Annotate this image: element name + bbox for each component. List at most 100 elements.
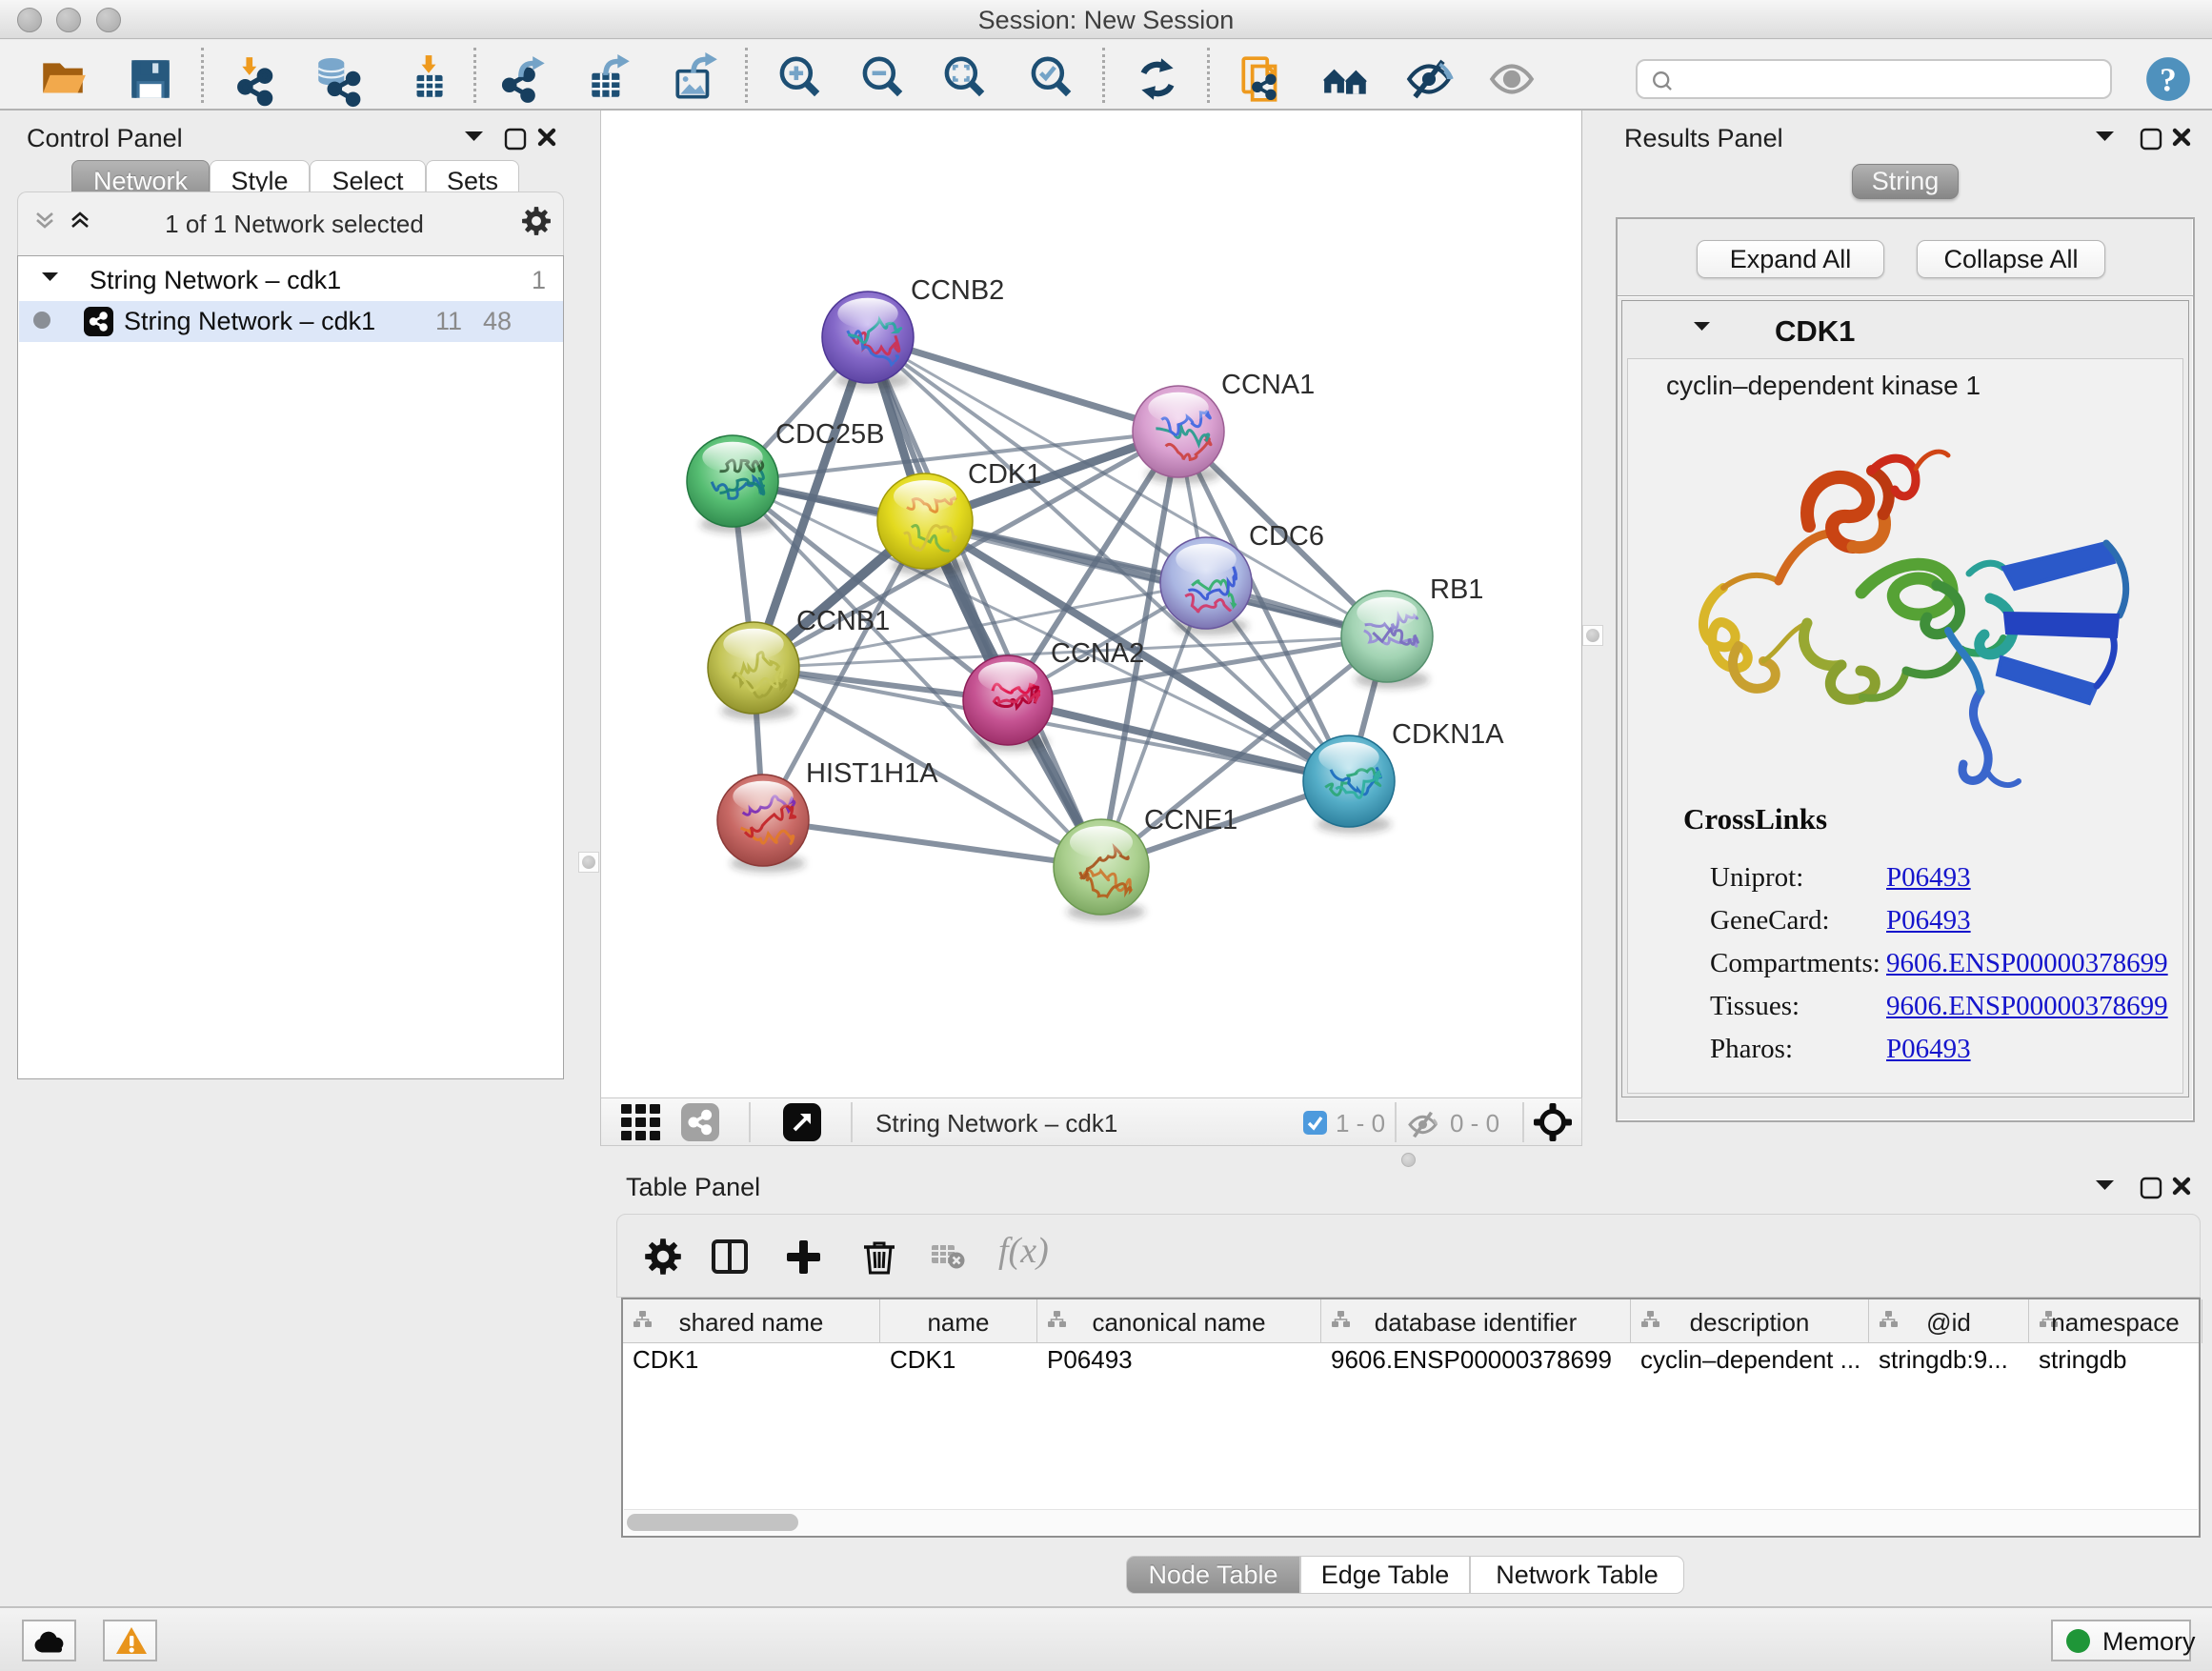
table-panel-menu-icon[interactable] [2096, 1180, 2114, 1190]
network-node-CCNA1[interactable] [1133, 386, 1224, 484]
table-panel-float-icon[interactable] [2140, 1177, 2162, 1199]
import-table-icon[interactable] [403, 53, 454, 105]
column-header-shared-name[interactable]: shared name [623, 1299, 880, 1343]
control-panel-menu-icon[interactable] [465, 131, 483, 141]
delete-table-icon [930, 1238, 965, 1273]
export-table-icon[interactable] [584, 53, 635, 105]
network-selected-status: 1 of 1 Network selected [132, 210, 456, 239]
group-nodes-icon[interactable] [1320, 53, 1372, 105]
crosslink-label: Tissues: [1710, 991, 1800, 1022]
import-network-icon[interactable] [230, 53, 281, 105]
open-session-icon[interactable] [37, 53, 89, 105]
status-bar: Memory [0, 1606, 2212, 1671]
table-header: shared namenamecanonical namedatabase id… [623, 1299, 2199, 1343]
network-node-CDKN1A[interactable] [1303, 735, 1395, 834]
table-panel-close-icon[interactable] [2172, 1177, 2191, 1196]
horizontal-scrollbar[interactable] [624, 1509, 2198, 1535]
scrollbar-thumb[interactable] [627, 1514, 798, 1531]
table-cell: cyclin–dependent ... [1631, 1345, 1869, 1375]
import-network-from-database-icon[interactable] [312, 53, 363, 105]
delete-column-icon[interactable] [860, 1238, 898, 1276]
tab-string[interactable]: String [1852, 164, 1959, 199]
zoom-selected-icon[interactable] [1026, 53, 1077, 105]
zoom-out-icon[interactable] [857, 53, 909, 105]
cloud-status-button[interactable] [22, 1620, 76, 1661]
show-columns-icon[interactable] [711, 1238, 749, 1276]
table-cell: CDK1 [880, 1345, 1037, 1375]
expand-all-button[interactable]: Expand All [1697, 240, 1884, 278]
network-status-dot [33, 312, 50, 329]
expand-all-networks-icon[interactable] [70, 211, 90, 229]
network-options-gear-icon[interactable] [521, 206, 552, 236]
table-toolbar: f(x) [616, 1214, 2201, 1298]
network-collection-row[interactable]: String Network – cdk1 1 [19, 260, 563, 301]
collection-expand-icon[interactable] [42, 272, 58, 281]
horizontal-splitter-handle[interactable] [1401, 1153, 1416, 1167]
export-network-icon[interactable] [501, 53, 553, 105]
left-splitter-handle[interactable] [578, 852, 599, 873]
network-edge[interactable] [763, 820, 1101, 867]
column-header-@id[interactable]: @id [1869, 1299, 2029, 1343]
column-header-description[interactable]: description [1631, 1299, 1869, 1343]
zoom-in-icon[interactable] [774, 53, 826, 105]
results-panel-close-icon[interactable] [2172, 128, 2191, 147]
crosslink-link[interactable]: 9606.ENSP00000378699 [1886, 991, 2168, 1022]
birdseye-grid-icon[interactable] [621, 1104, 660, 1140]
network-node-CCNE1[interactable] [1054, 819, 1149, 921]
collapse-all-button[interactable]: Collapse All [1917, 240, 2105, 278]
search-box[interactable] [1636, 59, 2112, 99]
network-list-toolbar: 1 of 1 Network selected [17, 191, 564, 255]
results-panel-float-icon[interactable] [2140, 128, 2162, 151]
tab-edge-table[interactable]: Edge Table [1300, 1556, 1470, 1594]
column-header-name[interactable]: name [880, 1299, 1037, 1343]
right-splitter-handle[interactable] [1582, 625, 1603, 646]
tab-node-table[interactable]: Node Table [1126, 1556, 1300, 1594]
apply-layout-icon[interactable] [1132, 53, 1183, 105]
memory-button[interactable]: Memory [2051, 1620, 2191, 1661]
search-input[interactable] [1685, 64, 2095, 94]
control-panel-close-icon[interactable] [537, 128, 556, 147]
add-column-icon[interactable] [784, 1238, 823, 1277]
node-label: HIST1H1A [806, 758, 938, 789]
network-row[interactable]: String Network – cdk1 11 48 [19, 301, 563, 342]
zoom-fit-icon[interactable] [939, 53, 991, 105]
column-header-namespace[interactable]: namespace [2029, 1299, 2202, 1343]
cdk1-collapse-icon[interactable] [1694, 322, 1710, 331]
crosslink-link[interactable]: P06493 [1886, 862, 1971, 894]
fit-selection-crosshair-icon[interactable] [1533, 1102, 1573, 1142]
network-node-CDC25B[interactable] [687, 435, 778, 534]
collapse-all-networks-icon[interactable] [35, 211, 54, 229]
node-label: CCNA1 [1221, 370, 1315, 400]
crosslink-label: Uniprot: [1710, 862, 1803, 894]
control-panel-float-icon[interactable] [504, 128, 527, 151]
network-canvas[interactable]: CCNB2CCNA1CDC25BCDK1CDC6RB1CCNB1CCNA2CDK… [600, 111, 1582, 1097]
network-node-RB1[interactable] [1341, 591, 1433, 689]
node-label: CCNB1 [796, 606, 890, 636]
help-icon[interactable]: ? [2142, 53, 2194, 105]
crosslink-link[interactable]: 9606.ENSP00000378699 [1886, 948, 2168, 979]
main-toolbar: ? [0, 40, 2212, 111]
network-label: String Network – cdk1 [124, 307, 375, 336]
crosslink-link[interactable]: P06493 [1886, 905, 1971, 936]
collection-count: 1 [532, 266, 546, 295]
detach-view-icon[interactable] [783, 1103, 821, 1141]
column-header-database-identifier[interactable]: database identifier [1321, 1299, 1631, 1343]
warning-status-button[interactable] [103, 1620, 157, 1661]
export-image-icon[interactable] [670, 53, 721, 105]
network-edge[interactable] [868, 337, 1178, 432]
tab-network-table[interactable]: Network Table [1470, 1556, 1684, 1594]
toolbar-separator [1102, 48, 1105, 103]
results-panel-menu-icon[interactable] [2096, 131, 2114, 141]
hide-selection-icon[interactable] [1403, 53, 1455, 105]
crosslink-link[interactable]: P06493 [1886, 1034, 1971, 1065]
network-node-HIST1H1A[interactable] [717, 775, 809, 873]
column-header-canonical-name[interactable]: canonical name [1037, 1299, 1321, 1343]
selected-checkbox-icon[interactable] [1303, 1111, 1327, 1135]
new-network-from-selection-icon[interactable] [1236, 53, 1287, 105]
crosslink-label: GeneCard: [1710, 905, 1830, 936]
save-session-icon[interactable] [125, 53, 176, 105]
table-options-gear-icon[interactable] [644, 1238, 682, 1276]
network-node-CCNB1[interactable] [708, 622, 799, 720]
table-cell: 9606.ENSP00000378699 [1321, 1345, 1631, 1375]
network-type-icon [681, 1103, 719, 1141]
